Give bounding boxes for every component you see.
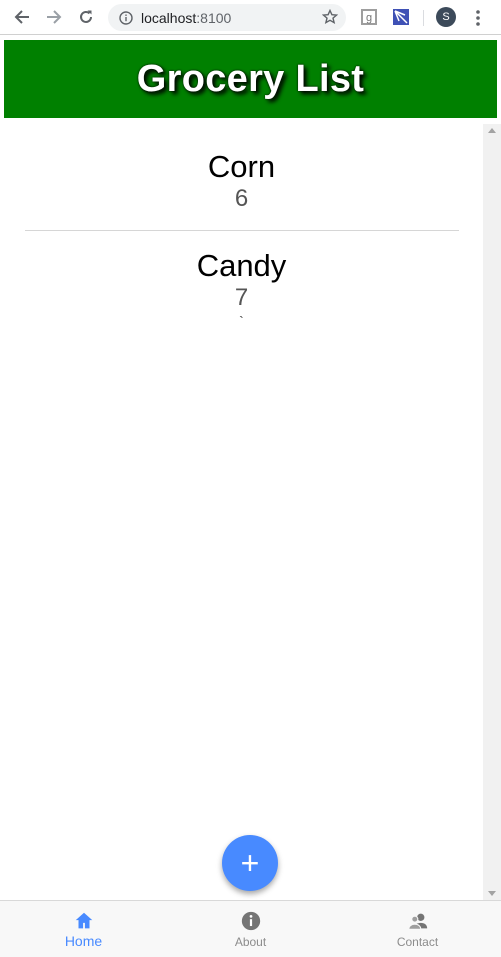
more-menu-icon[interactable] — [472, 8, 484, 28]
arrow-left-icon — [14, 10, 29, 24]
home-icon — [75, 912, 92, 929]
item-quantity: 6 — [234, 185, 249, 212]
tab-label-about: About — [234, 935, 267, 949]
scroll-up-icon[interactable] — [488, 128, 496, 133]
browser-toolbar: localhost:8100 g S — [0, 0, 501, 35]
item-name: Candy — [196, 248, 287, 283]
scrollbar[interactable] — [483, 124, 501, 900]
reload-icon — [80, 10, 92, 23]
tab-label-home: Home — [64, 933, 103, 949]
grocery-list: Corn 6 Candy 7 ` — [0, 124, 483, 328]
bookmark-star-icon[interactable] — [321, 8, 339, 25]
plus-icon: + — [240, 845, 260, 881]
url-port: :8100 — [196, 9, 232, 26]
app-header: Grocery List — [0, 36, 501, 124]
reload-button[interactable] — [75, 6, 97, 28]
item-name: Corn — [207, 149, 276, 184]
tab-bar: Home About Contact — [0, 900, 501, 957]
header-toolbar: Grocery List — [4, 40, 497, 118]
contacts-icon — [407, 913, 427, 930]
item-quantity: 7 — [234, 284, 249, 311]
info-icon — [241, 911, 260, 931]
back-button[interactable] — [11, 6, 33, 28]
tab-home[interactable]: Home — [0, 901, 167, 957]
extension-g-icon[interactable]: g — [360, 8, 378, 26]
profile-avatar[interactable]: S — [436, 7, 456, 27]
url-host: localhost — [141, 9, 197, 26]
tab-about[interactable]: About — [167, 901, 334, 957]
stray-mark: ` — [239, 313, 244, 329]
extension-flag-icon[interactable] — [392, 8, 410, 26]
page-title: Grocery List — [136, 57, 365, 100]
address-bar[interactable]: localhost:8100 — [108, 4, 346, 31]
tab-label-contact: Contact — [396, 935, 439, 949]
list-item[interactable]: Candy 7 ` — [25, 231, 459, 328]
url-text: localhost:8100 — [141, 10, 231, 26]
forward-button[interactable] — [43, 6, 65, 28]
svg-text:g: g — [366, 12, 372, 24]
scroll-down-icon[interactable] — [488, 891, 496, 896]
arrow-right-icon — [47, 10, 62, 24]
list-item[interactable]: Corn 6 — [24, 124, 459, 231]
tab-contact[interactable]: Contact — [334, 901, 501, 957]
add-item-button[interactable]: + — [222, 835, 278, 891]
toolbar-divider — [423, 10, 424, 26]
main-content: Corn 6 Candy 7 ` — [0, 124, 483, 900]
site-info-icon[interactable] — [118, 10, 134, 26]
